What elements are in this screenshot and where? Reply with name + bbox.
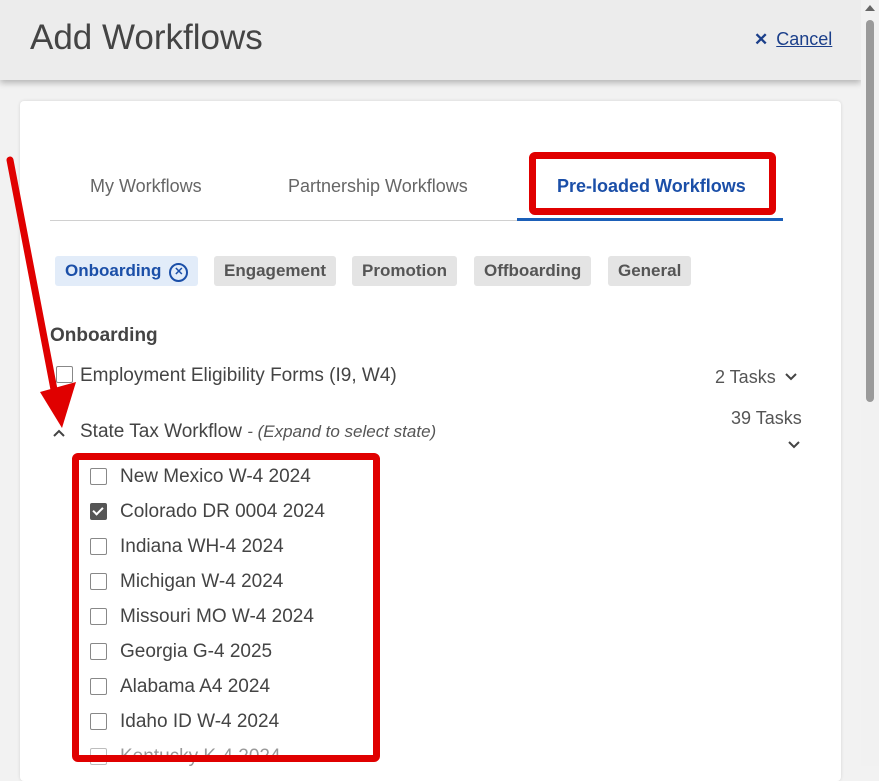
scroll-up-icon[interactable] <box>865 5 875 11</box>
state-checkbox[interactable] <box>90 608 107 625</box>
workflow-tabs: My Workflows Partnership Workflows Pre-l… <box>50 160 783 221</box>
filter-chip-promotion[interactable]: Promotion <box>352 256 457 286</box>
section-heading: Onboarding <box>50 325 158 346</box>
workflow-tasks-toggle-eligibility[interactable]: 2 Tasks <box>715 367 798 388</box>
state-label: Colorado DR 0004 2024 <box>120 501 325 522</box>
filter-chip-onboarding[interactable]: Onboarding ✕ <box>55 256 199 286</box>
state-label: Alabama A4 2024 <box>120 676 271 697</box>
state-checkbox[interactable] <box>90 538 107 555</box>
chevron-up-icon[interactable] <box>52 425 66 443</box>
state-checkbox[interactable] <box>90 573 107 590</box>
tab-preloaded-workflows[interactable]: Pre-loaded Workflows <box>557 176 746 197</box>
workflow-label-state-tax: State Tax Workflow - (Expand to select s… <box>80 421 436 443</box>
state-checkbox[interactable] <box>90 643 107 660</box>
scrollbar[interactable] <box>861 0 879 766</box>
state-checkbox[interactable] <box>90 678 107 695</box>
cancel-button[interactable]: ✕ Cancel <box>754 29 832 50</box>
scroll-thumb[interactable] <box>866 20 874 402</box>
state-checkbox[interactable] <box>90 748 107 765</box>
state-label: Kentucky K-4 2024 <box>120 746 281 767</box>
chevron-down-icon <box>785 373 797 381</box>
tasks-count: 39 Tasks <box>731 408 802 428</box>
filter-chip-label: Onboarding <box>65 261 162 280</box>
filter-chip-general[interactable]: General <box>608 256 692 286</box>
dialog-header: Add Workflows ✕ Cancel <box>0 0 861 80</box>
close-icon: ✕ <box>754 29 769 49</box>
filter-chip-offboarding[interactable]: Offboarding <box>474 256 592 286</box>
filter-chip-engagement[interactable]: Engagement <box>214 256 337 286</box>
state-label: Georgia G-4 2025 <box>120 641 273 662</box>
cancel-label: Cancel <box>776 29 833 49</box>
tab-partnership-workflows[interactable]: Partnership Workflows <box>288 176 468 197</box>
workflow-label-eligibility: Employment Eligibility Forms (I9, W4) <box>80 365 397 386</box>
state-checkbox[interactable] <box>90 713 107 730</box>
remove-filter-icon[interactable]: ✕ <box>169 263 189 282</box>
tasks-count: 2 Tasks <box>715 367 776 387</box>
state-label: Indiana WH-4 2024 <box>120 536 284 557</box>
state-checkbox-checked[interactable] <box>90 503 107 520</box>
tab-my-workflows[interactable]: My Workflows <box>90 176 202 197</box>
state-label: Michigan W-4 2024 <box>120 571 284 592</box>
state-label: Idaho ID W-4 2024 <box>120 711 280 732</box>
state-label: Missouri MO W-4 2024 <box>120 606 314 627</box>
workflow-checkbox-eligibility[interactable] <box>56 366 73 383</box>
workflow-title-state-tax: State Tax Workflow <box>80 421 242 442</box>
state-checkbox[interactable] <box>90 468 107 485</box>
state-label: New Mexico W-4 2024 <box>120 466 311 487</box>
active-tab-indicator <box>517 218 783 221</box>
workflow-hint: - (Expand to select state) <box>247 422 437 441</box>
chevron-down-icon[interactable] <box>787 437 801 455</box>
page-title: Add Workflows <box>30 18 263 57</box>
